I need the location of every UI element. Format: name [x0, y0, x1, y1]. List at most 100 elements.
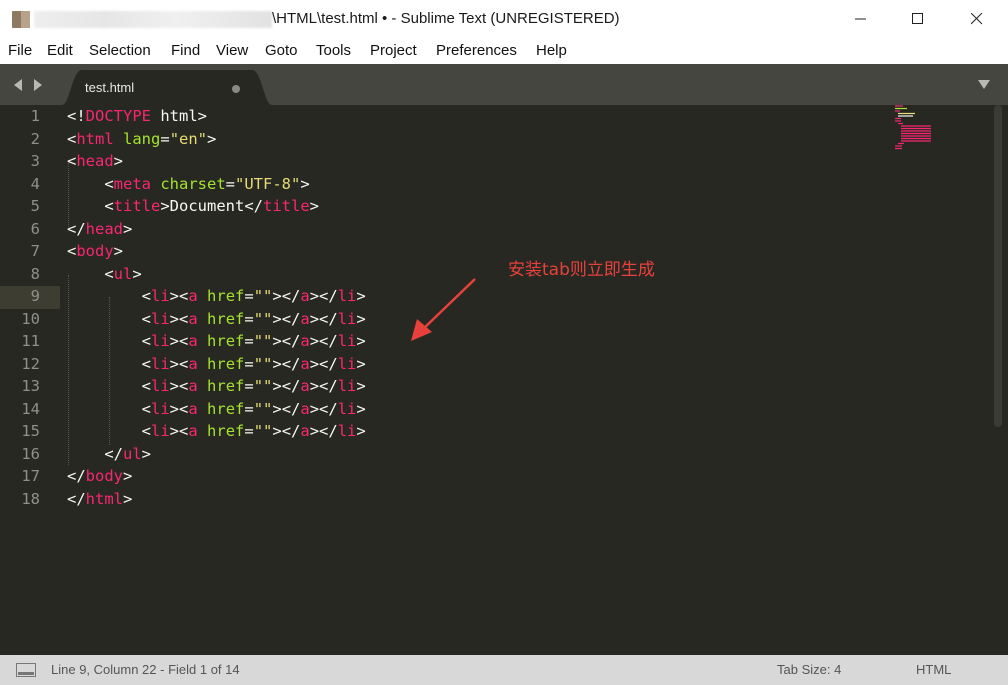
menu-preferences[interactable]: Preferences — [436, 42, 517, 59]
code-token: > — [113, 152, 124, 170]
code-token: > — [356, 377, 366, 395]
line-number: 8 — [30, 264, 40, 283]
tab-left-arrow-icon[interactable] — [13, 79, 23, 91]
code-token: title — [113, 197, 161, 215]
close-icon — [971, 13, 983, 25]
code-line[interactable]: <li><a href=""></a></li> — [67, 310, 366, 328]
code-token: < — [67, 197, 114, 215]
menu-selection[interactable]: Selection — [89, 42, 151, 59]
code-token: > — [207, 129, 217, 148]
menu-goto[interactable]: Goto — [265, 42, 298, 59]
line-number: 15 — [21, 422, 40, 440]
code-line[interactable]: <ul> — [67, 264, 142, 283]
code-line[interactable]: <li><a href=""></a></li> — [67, 355, 366, 373]
code-token: ></ — [272, 399, 301, 418]
line-number: 9 — [30, 287, 40, 305]
code-token: a — [188, 332, 198, 350]
code-token: > — [123, 489, 133, 508]
tab-test-html[interactable]: test.html — [62, 70, 272, 105]
code-token: < — [67, 174, 114, 193]
line-number: 14 — [21, 399, 40, 418]
menu-bar: File Edit Selection Find View Goto Tools… — [0, 38, 1008, 64]
code-token: href — [207, 377, 245, 395]
code-line[interactable]: <li><a href=""></a></li> — [67, 400, 366, 418]
status-bar: Line 9, Column 22 - Field 1 of 14 Tab Si… — [0, 655, 1008, 685]
code-token: a — [188, 422, 198, 440]
code-token: ></ — [272, 309, 301, 328]
minimize-button[interactable] — [838, 0, 884, 38]
code-token: li — [151, 287, 170, 305]
app-icon — [12, 11, 30, 28]
panel-toggle-icon[interactable] — [16, 663, 36, 677]
code-token: li — [151, 332, 170, 350]
line-number: 17 — [21, 467, 40, 485]
syntax-selector[interactable]: HTML — [916, 662, 951, 677]
code-token: a — [300, 287, 310, 305]
code-line[interactable]: <!DOCTYPE html> — [67, 107, 207, 125]
code-token: title — [263, 197, 310, 215]
menu-view[interactable]: View — [216, 42, 248, 59]
line-number: 11 — [21, 332, 40, 350]
code-token: >< — [169, 377, 189, 395]
menu-file[interactable]: File — [8, 42, 32, 59]
line-number: 6 — [30, 219, 40, 238]
code-token: </ — [67, 219, 86, 238]
dirty-dot-icon[interactable] — [232, 85, 240, 93]
code-token: html> — [151, 107, 207, 125]
editor-area[interactable]: 1 2 3 4 5 6 7 8 9 10 11 12 13 14 15 16 17 18 <!DOCTYPE ht… — [0, 105, 1008, 655]
code-line[interactable]: </body> — [67, 467, 132, 485]
code-line[interactable]: <li><a href=""></a></li> — [67, 377, 366, 395]
code-line[interactable]: </html> — [67, 490, 132, 508]
minimize-icon — [855, 18, 866, 20]
tab-size-selector[interactable]: Tab Size: 4 — [777, 662, 841, 677]
close-button[interactable] — [954, 0, 1000, 38]
code-line[interactable]: <body> — [67, 242, 123, 260]
code-line[interactable]: <li><a href=""></a></li> — [67, 332, 366, 350]
code-line[interactable]: <li><a href=""></a></li> — [67, 422, 366, 440]
code-token: > — [123, 219, 133, 238]
code-line[interactable]: <title>Document</title> — [67, 197, 319, 215]
code-token: li — [151, 354, 170, 373]
menu-project[interactable]: Project — [370, 42, 417, 59]
code-line[interactable]: <li><a href=""></a></li> — [67, 287, 366, 305]
maximize-button[interactable] — [895, 0, 941, 38]
code-token: li — [337, 354, 357, 373]
menu-tools[interactable]: Tools — [316, 42, 351, 59]
code-token: href — [207, 287, 245, 305]
menu-edit[interactable]: Edit — [47, 42, 73, 59]
code-token: a — [188, 377, 198, 395]
code-line[interactable]: </ul> — [67, 445, 151, 463]
minimap[interactable] — [893, 105, 938, 155]
code-token: "UTF-8" — [235, 174, 301, 193]
code-line[interactable]: <html lang="en"> — [67, 130, 216, 148]
code-token: li — [151, 422, 170, 440]
code-token: >< — [169, 399, 189, 418]
code-token: html — [85, 489, 123, 508]
code-token: </ — [67, 467, 86, 485]
menu-help[interactable]: Help — [536, 42, 567, 59]
menu-find[interactable]: Find — [171, 42, 200, 59]
code-token: > — [300, 174, 310, 193]
code-token: "" — [253, 287, 273, 305]
code-line[interactable]: <meta charset="UTF-8"> — [67, 174, 310, 193]
line-number: 5 — [30, 197, 40, 215]
tab-dropdown-icon[interactable] — [978, 80, 990, 89]
code-token: html — [76, 129, 114, 148]
title-bar: \HTML\test.html • - Sublime Text (UNREGI… — [0, 0, 1008, 38]
code-token: >< — [169, 422, 189, 440]
code-token: ></ — [272, 332, 301, 350]
code-line[interactable]: <head> — [67, 152, 123, 170]
code-token: <! — [67, 107, 86, 125]
code-token: li — [337, 332, 357, 350]
vertical-scrollbar[interactable] — [994, 105, 1002, 427]
code-token: > — [132, 264, 142, 283]
cursor-position: Line 9, Column 22 - Field 1 of 14 — [51, 662, 240, 677]
tab-right-arrow-icon[interactable] — [33, 79, 43, 91]
tab-bar: test.html — [0, 64, 1008, 105]
code-line[interactable]: </head> — [67, 220, 132, 238]
code-token: ></ — [309, 309, 338, 328]
